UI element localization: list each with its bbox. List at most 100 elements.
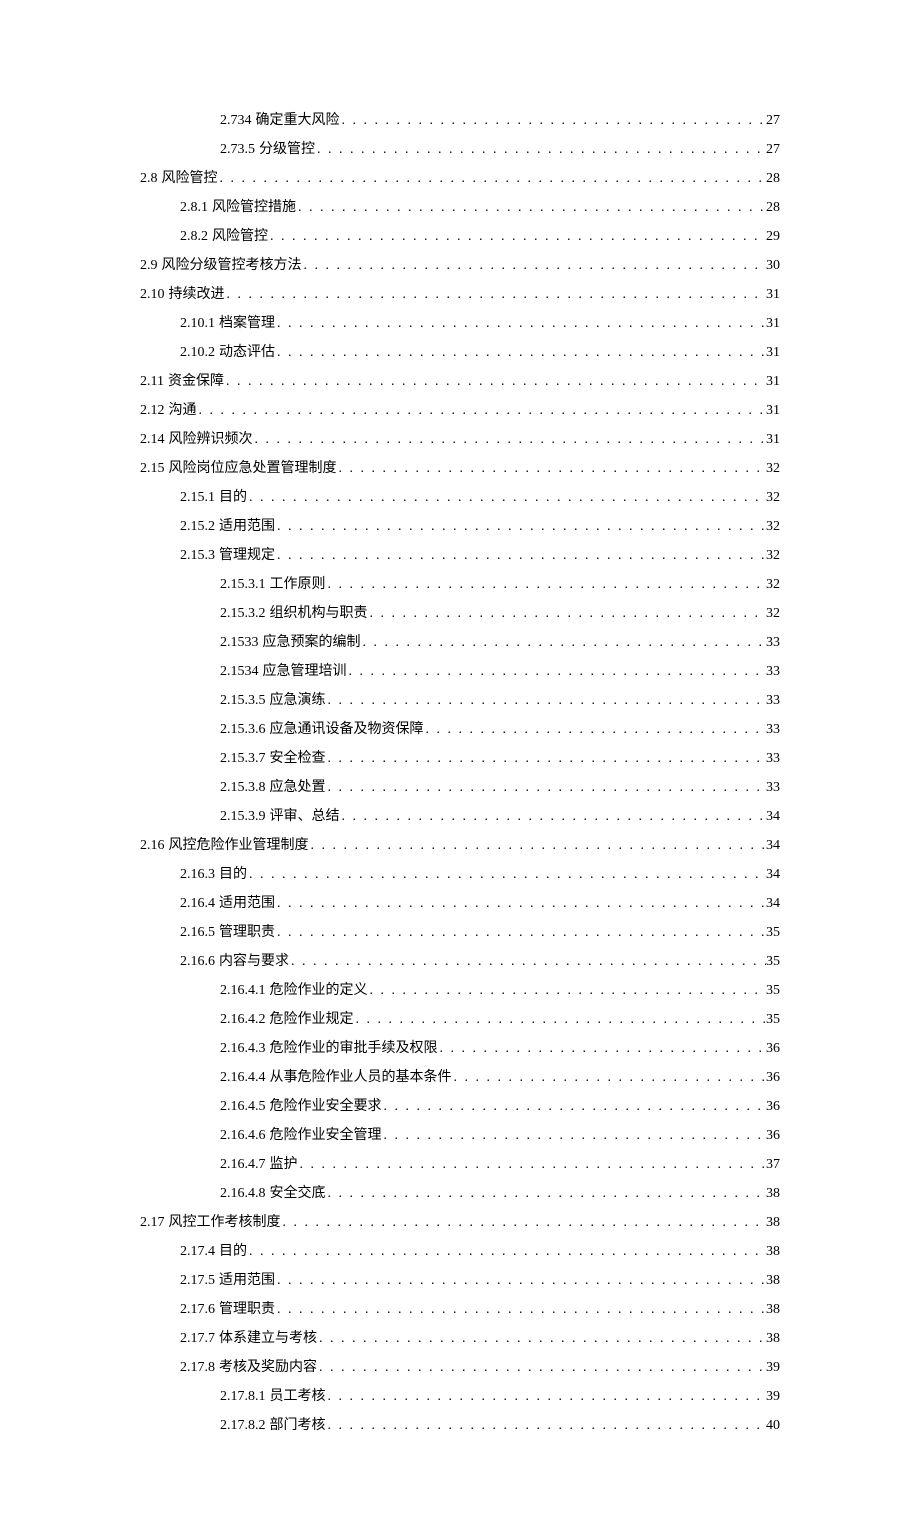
toc-title: 风险管控: [158, 168, 218, 189]
toc-entry: 2.15.3.8 应急处置. . . . . . . . . . . . . .…: [140, 777, 780, 798]
toc-leader-dots: . . . . . . . . . . . . . . . . . . . . …: [289, 951, 766, 972]
toc-title: 员工考核: [266, 1386, 326, 1407]
toc-leader-dots: . . . . . . . . . . . . . . . . . . . . …: [218, 168, 767, 189]
toc-page-number: 29: [766, 226, 780, 247]
toc-leader-dots: . . . . . . . . . . . . . . . . . . . . …: [438, 1038, 767, 1059]
toc-leader-dots: . . . . . . . . . . . . . . . . . . . . …: [225, 284, 767, 305]
toc-entry: 2.11 资金保障. . . . . . . . . . . . . . . .…: [140, 371, 780, 392]
toc-page-number: 31: [766, 313, 780, 334]
toc-leader-dots: . . . . . . . . . . . . . . . . . . . . …: [326, 690, 767, 711]
toc-title: 档案管理: [215, 313, 275, 334]
toc-leader-dots: . . . . . . . . . . . . . . . . . . . . …: [296, 197, 766, 218]
toc-title: 分级管控: [255, 139, 315, 160]
toc-page-number: 37: [766, 1154, 780, 1175]
toc-title: 安全检查: [266, 748, 326, 769]
toc-page-number: 31: [766, 400, 780, 421]
toc-number: 2.1533: [220, 632, 259, 653]
toc-number: 2.16.5: [180, 922, 215, 943]
toc-entry: 2.17.8 考核及奖励内容. . . . . . . . . . . . . …: [140, 1357, 780, 1378]
toc-leader-dots: . . . . . . . . . . . . . . . . . . . . …: [317, 1357, 766, 1378]
toc-page-number: 36: [766, 1067, 780, 1088]
toc-entry: 2.15.3.6 应急通讯设备及物资保障. . . . . . . . . . …: [140, 719, 780, 740]
toc-title: 风险管控措施: [208, 197, 296, 218]
toc-page-number: 39: [766, 1357, 780, 1378]
toc-number: 2.14: [140, 429, 165, 450]
toc-container: 2.734确定重大风险. . . . . . . . . . . . . . .…: [140, 110, 780, 1436]
toc-leader-dots: . . . . . . . . . . . . . . . . . . . . …: [347, 661, 767, 682]
toc-number: 2.16: [140, 835, 165, 856]
toc-leader-dots: . . . . . . . . . . . . . . . . . . . . …: [275, 893, 766, 914]
toc-entry: 2.15.2 适用范围. . . . . . . . . . . . . . .…: [140, 516, 780, 537]
toc-number: 2.15.3.6: [220, 719, 266, 740]
toc-page-number: 38: [766, 1270, 780, 1291]
toc-entry: 2.8.1 风险管控措施. . . . . . . . . . . . . . …: [140, 197, 780, 218]
toc-title: 目的: [215, 1241, 247, 1262]
toc-page-number: 32: [766, 574, 780, 595]
toc-page-number: 38: [766, 1241, 780, 1262]
toc-title: 风险分级管控考核方法: [158, 255, 302, 276]
toc-title: 应急通讯设备及物资保障: [266, 719, 424, 740]
toc-entry: 2.15.3.9 评审、总结. . . . . . . . . . . . . …: [140, 806, 780, 827]
toc-title: 内容与要求: [215, 951, 289, 972]
toc-page-number: 30: [766, 255, 780, 276]
toc-number: 2.16.4.5: [220, 1096, 266, 1117]
toc-entry: 2.15.3.7 安全检查. . . . . . . . . . . . . .…: [140, 748, 780, 769]
toc-title: 风控危险作业管理制度: [165, 835, 309, 856]
toc-leader-dots: . . . . . . . . . . . . . . . . . . . . …: [326, 1386, 767, 1407]
toc-number: 2.15.1: [180, 487, 215, 508]
toc-number: 2.15.3.7: [220, 748, 266, 769]
toc-leader-dots: . . . . . . . . . . . . . . . . . . . . …: [326, 777, 767, 798]
toc-title: 危险作业的定义: [266, 980, 368, 1001]
toc-page-number: 36: [766, 1125, 780, 1146]
toc-leader-dots: . . . . . . . . . . . . . . . . . . . . …: [368, 603, 767, 624]
toc-title: 动态评估: [215, 342, 275, 363]
toc-page-number: 32: [766, 545, 780, 566]
toc-leader-dots: . . . . . . . . . . . . . . . . . . . . …: [452, 1067, 767, 1088]
toc-title: 风险辨识频次: [165, 429, 253, 450]
toc-number: 2.16.4.4: [220, 1067, 266, 1088]
toc-leader-dots: . . . . . . . . . . . . . . . . . . . . …: [326, 748, 767, 769]
toc-number: 2.15.3: [180, 545, 215, 566]
toc-title: 适用范围: [215, 1270, 275, 1291]
toc-page-number: 28: [766, 197, 780, 218]
toc-leader-dots: . . . . . . . . . . . . . . . . . . . . …: [247, 487, 766, 508]
toc-title: 管理职责: [215, 1299, 275, 1320]
toc-leader-dots: . . . . . . . . . . . . . . . . . . . . …: [340, 806, 767, 827]
toc-title: 应急预案的编制: [259, 632, 361, 653]
toc-number: 2.15.3.2: [220, 603, 266, 624]
toc-entry: 2.14 风险辨识频次. . . . . . . . . . . . . . .…: [140, 429, 780, 450]
toc-page-number: 27: [766, 139, 780, 160]
toc-title: 确定重大风险: [252, 110, 340, 131]
toc-number: 2.17.4: [180, 1241, 215, 1262]
toc-number: 2.10.2: [180, 342, 215, 363]
toc-page-number: 38: [766, 1183, 780, 1204]
toc-title: 危险作业的审批手续及权限: [266, 1038, 438, 1059]
toc-title: 风控工作考核制度: [165, 1212, 281, 1233]
toc-entry: 2.734确定重大风险. . . . . . . . . . . . . . .…: [140, 110, 780, 131]
toc-leader-dots: . . . . . . . . . . . . . . . . . . . . …: [275, 516, 766, 537]
toc-leader-dots: . . . . . . . . . . . . . . . . . . . . …: [275, 313, 766, 334]
toc-number: 2.17.8.1: [220, 1386, 266, 1407]
toc-entry: 2.9 风险分级管控考核方法. . . . . . . . . . . . . …: [140, 255, 780, 276]
toc-entry: 2.15.3.5 应急演练. . . . . . . . . . . . . .…: [140, 690, 780, 711]
toc-leader-dots: . . . . . . . . . . . . . . . . . . . . …: [326, 1183, 767, 1204]
toc-number: 2.15.3.5: [220, 690, 266, 711]
toc-leader-dots: . . . . . . . . . . . . . . . . . . . . …: [424, 719, 767, 740]
toc-page-number: 39: [766, 1386, 780, 1407]
toc-entry: 2.16.4.1 危险作业的定义. . . . . . . . . . . . …: [140, 980, 780, 1001]
toc-leader-dots: . . . . . . . . . . . . . . . . . . . . …: [275, 922, 766, 943]
toc-entry: 2.16.5 管理职责. . . . . . . . . . . . . . .…: [140, 922, 780, 943]
toc-entry: 2.8.2 风险管控. . . . . . . . . . . . . . . …: [140, 226, 780, 247]
toc-page-number: 31: [766, 342, 780, 363]
toc-entry: 2.17.5 适用范围. . . . . . . . . . . . . . .…: [140, 1270, 780, 1291]
toc-entry: 2.10.1 档案管理. . . . . . . . . . . . . . .…: [140, 313, 780, 334]
toc-number: 2.17: [140, 1212, 165, 1233]
toc-number: 2.10: [140, 284, 165, 305]
toc-page-number: 28: [766, 168, 780, 189]
toc-page-number: 33: [766, 777, 780, 798]
toc-page-number: 33: [766, 661, 780, 682]
toc-title: 安全交底: [266, 1183, 326, 1204]
toc-title: 风险岗位应急处置管理制度: [165, 458, 337, 479]
toc-entry: 2.17.7 体系建立与考核. . . . . . . . . . . . . …: [140, 1328, 780, 1349]
toc-number: 2.16.4.2: [220, 1009, 266, 1030]
